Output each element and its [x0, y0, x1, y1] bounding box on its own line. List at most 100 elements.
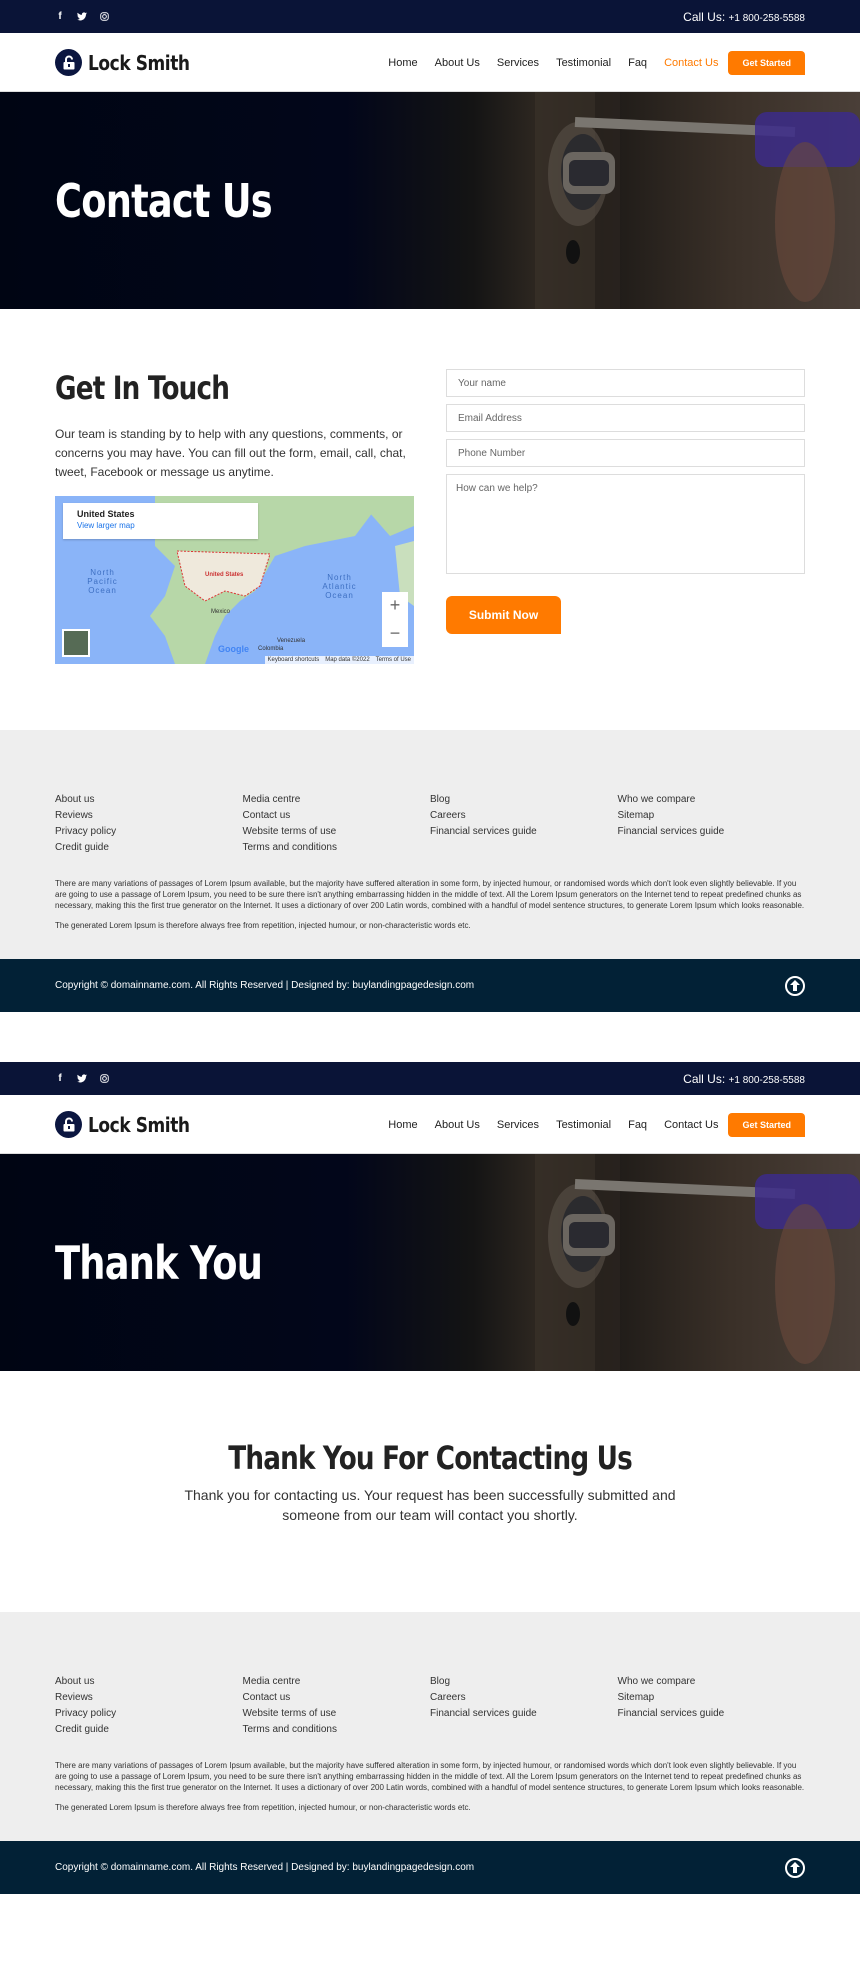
satellite-toggle[interactable] — [62, 629, 90, 657]
facebook-icon[interactable]: f — [55, 1073, 65, 1084]
view-larger-map-link[interactable]: View larger map — [77, 521, 244, 530]
logo[interactable]: Lock Smith — [55, 1111, 208, 1138]
footer-link[interactable]: Credit guide — [55, 1722, 243, 1738]
facebook-icon[interactable]: f — [55, 11, 65, 22]
google-map[interactable]: United States View larger map North Paci… — [55, 496, 414, 664]
zoom-out-button[interactable]: − — [390, 623, 401, 644]
top-bar: f Call Us: +1 800-258-5588 — [0, 0, 860, 33]
footer-link[interactable]: Reviews — [55, 808, 243, 824]
footer-column: Who we compare Sitemap Financial service… — [618, 1674, 806, 1738]
nav-services[interactable]: Services — [497, 1119, 539, 1131]
thank-you-message: Thank you for contacting us. Your reques… — [184, 1487, 676, 1523]
hero-banner: Contact Us — [0, 92, 860, 309]
get-started-button[interactable]: Get Started — [728, 50, 805, 75]
footer-text: There are many variations of passages of… — [55, 879, 805, 910]
nav-faq[interactable]: Faq — [628, 57, 647, 69]
map-label-mexico: Mexico — [211, 609, 231, 615]
map-label-colombia: Colombia — [258, 646, 284, 652]
footer-link[interactable]: Privacy policy — [55, 824, 243, 840]
padlock-icon — [55, 49, 82, 76]
submit-button[interactable]: Submit Now — [446, 596, 561, 634]
footer-link[interactable]: Website terms of use — [243, 1706, 431, 1722]
footer-links: About us Reviews Privacy policy Credit g… — [55, 792, 805, 856]
contact-heading: Get In Touch — [55, 369, 230, 407]
footer-link[interactable]: Sitemap — [618, 808, 806, 824]
call-label: Call Us: — [683, 1071, 726, 1086]
nav-contact-us[interactable]: Contact Us — [664, 1119, 718, 1131]
nav-about-us[interactable]: About Us — [435, 1119, 480, 1131]
footer-link[interactable]: Media centre — [243, 792, 431, 808]
hero-title: Thank You — [55, 1235, 263, 1290]
footer-link[interactable]: Financial services guide — [430, 824, 618, 840]
footer-text: There are many variations of passages of… — [55, 1761, 805, 1792]
hero-title: Contact Us — [55, 173, 273, 228]
nav-testimonial[interactable]: Testimonial — [556, 57, 611, 69]
nav-home[interactable]: Home — [388, 57, 417, 69]
footer-link[interactable]: Financial services guide — [618, 824, 806, 840]
footer-link[interactable]: Reviews — [55, 1690, 243, 1706]
copyright-text: Copyright © domainname.com. All Rights R… — [55, 1862, 475, 1873]
footer-links: About us Reviews Privacy policy Credit g… — [55, 1674, 805, 1738]
footer-link[interactable]: Who we compare — [618, 792, 806, 808]
name-input[interactable]: Your name — [446, 369, 805, 397]
footer-link[interactable]: About us — [55, 1674, 243, 1690]
social-links: f — [55, 1073, 109, 1084]
phone-number: +1 800-258-5588 — [728, 1074, 805, 1086]
nav-testimonial[interactable]: Testimonial — [556, 1119, 611, 1131]
footer-link[interactable]: Credit guide — [55, 840, 243, 856]
footer-column: Blog Careers Financial services guide — [430, 1674, 618, 1738]
brand-name: Lock Smith — [88, 1112, 190, 1137]
footer-link[interactable]: Media centre — [243, 1674, 431, 1690]
navbar: Lock Smith Home About Us Services Testim… — [0, 33, 860, 92]
nav-faq[interactable]: Faq — [628, 1119, 647, 1131]
brand-name: Lock Smith — [88, 50, 190, 75]
contact-section: Get In Touch Our team is standing by to … — [0, 309, 860, 730]
zoom-in-button[interactable]: + — [390, 595, 401, 616]
map-place-card: United States View larger map — [63, 503, 258, 539]
thank-you-page: f Call Us: +1 800-258-5588 Lock Smith Ho… — [0, 1062, 860, 1894]
footer-link[interactable]: About us — [55, 792, 243, 808]
map-label-us: United States — [205, 572, 244, 578]
instagram-icon[interactable] — [99, 1074, 109, 1083]
nav-home[interactable]: Home — [388, 1119, 417, 1131]
footer-link[interactable]: Financial services guide — [430, 1706, 618, 1722]
nav-contact-us[interactable]: Contact Us — [664, 57, 718, 69]
main-nav: Home About Us Services Testimonial Faq C… — [371, 1112, 805, 1137]
footer-link[interactable]: Careers — [430, 1690, 618, 1706]
nav-about-us[interactable]: About Us — [435, 57, 480, 69]
footer-link[interactable]: Careers — [430, 808, 618, 824]
arrow-up-icon[interactable] — [785, 1857, 805, 1878]
instagram-icon[interactable] — [99, 12, 109, 21]
footer-link[interactable]: Blog — [430, 1674, 618, 1690]
terms-of-use-link[interactable]: Terms of Use — [376, 657, 411, 663]
call-us[interactable]: Call Us: +1 800-258-5588 — [683, 10, 805, 24]
padlock-icon — [55, 1111, 82, 1138]
footer-link[interactable]: Sitemap — [618, 1690, 806, 1706]
twitter-icon[interactable] — [77, 12, 87, 21]
message-textarea[interactable]: How can we help? — [446, 474, 805, 574]
footer-link[interactable]: Blog — [430, 792, 618, 808]
copyright-bar: Copyright © domainname.com. All Rights R… — [0, 1841, 860, 1894]
footer-link[interactable]: Privacy policy — [55, 1706, 243, 1722]
footer-link[interactable]: Contact us — [243, 808, 431, 824]
arrow-up-icon[interactable] — [785, 975, 805, 996]
get-started-button[interactable]: Get Started — [728, 1112, 805, 1137]
nav-services[interactable]: Services — [497, 57, 539, 69]
footer-column: About us Reviews Privacy policy Credit g… — [55, 792, 243, 856]
phone-input[interactable]: Phone Number — [446, 439, 805, 467]
footer-link[interactable]: Who we compare — [618, 1674, 806, 1690]
footer-link[interactable]: Terms and conditions — [243, 840, 431, 856]
top-bar: f Call Us: +1 800-258-5588 — [0, 1062, 860, 1095]
footer-link[interactable]: Contact us — [243, 1690, 431, 1706]
footer-link[interactable]: Terms and conditions — [243, 1722, 431, 1738]
thank-you-heading: Thank You For Contacting Us — [228, 1439, 632, 1477]
footer-link[interactable]: Website terms of use — [243, 824, 431, 840]
email-input[interactable]: Email Address — [446, 404, 805, 432]
footer-column: Blog Careers Financial services guide — [430, 792, 618, 856]
keyboard-shortcuts-link[interactable]: Keyboard shortcuts — [268, 657, 320, 663]
contact-description: Our team is standing by to help with any… — [55, 427, 406, 479]
logo[interactable]: Lock Smith — [55, 49, 208, 76]
footer-link[interactable]: Financial services guide — [618, 1706, 806, 1722]
twitter-icon[interactable] — [77, 1074, 87, 1083]
call-us[interactable]: Call Us: +1 800-258-5588 — [683, 1072, 805, 1086]
